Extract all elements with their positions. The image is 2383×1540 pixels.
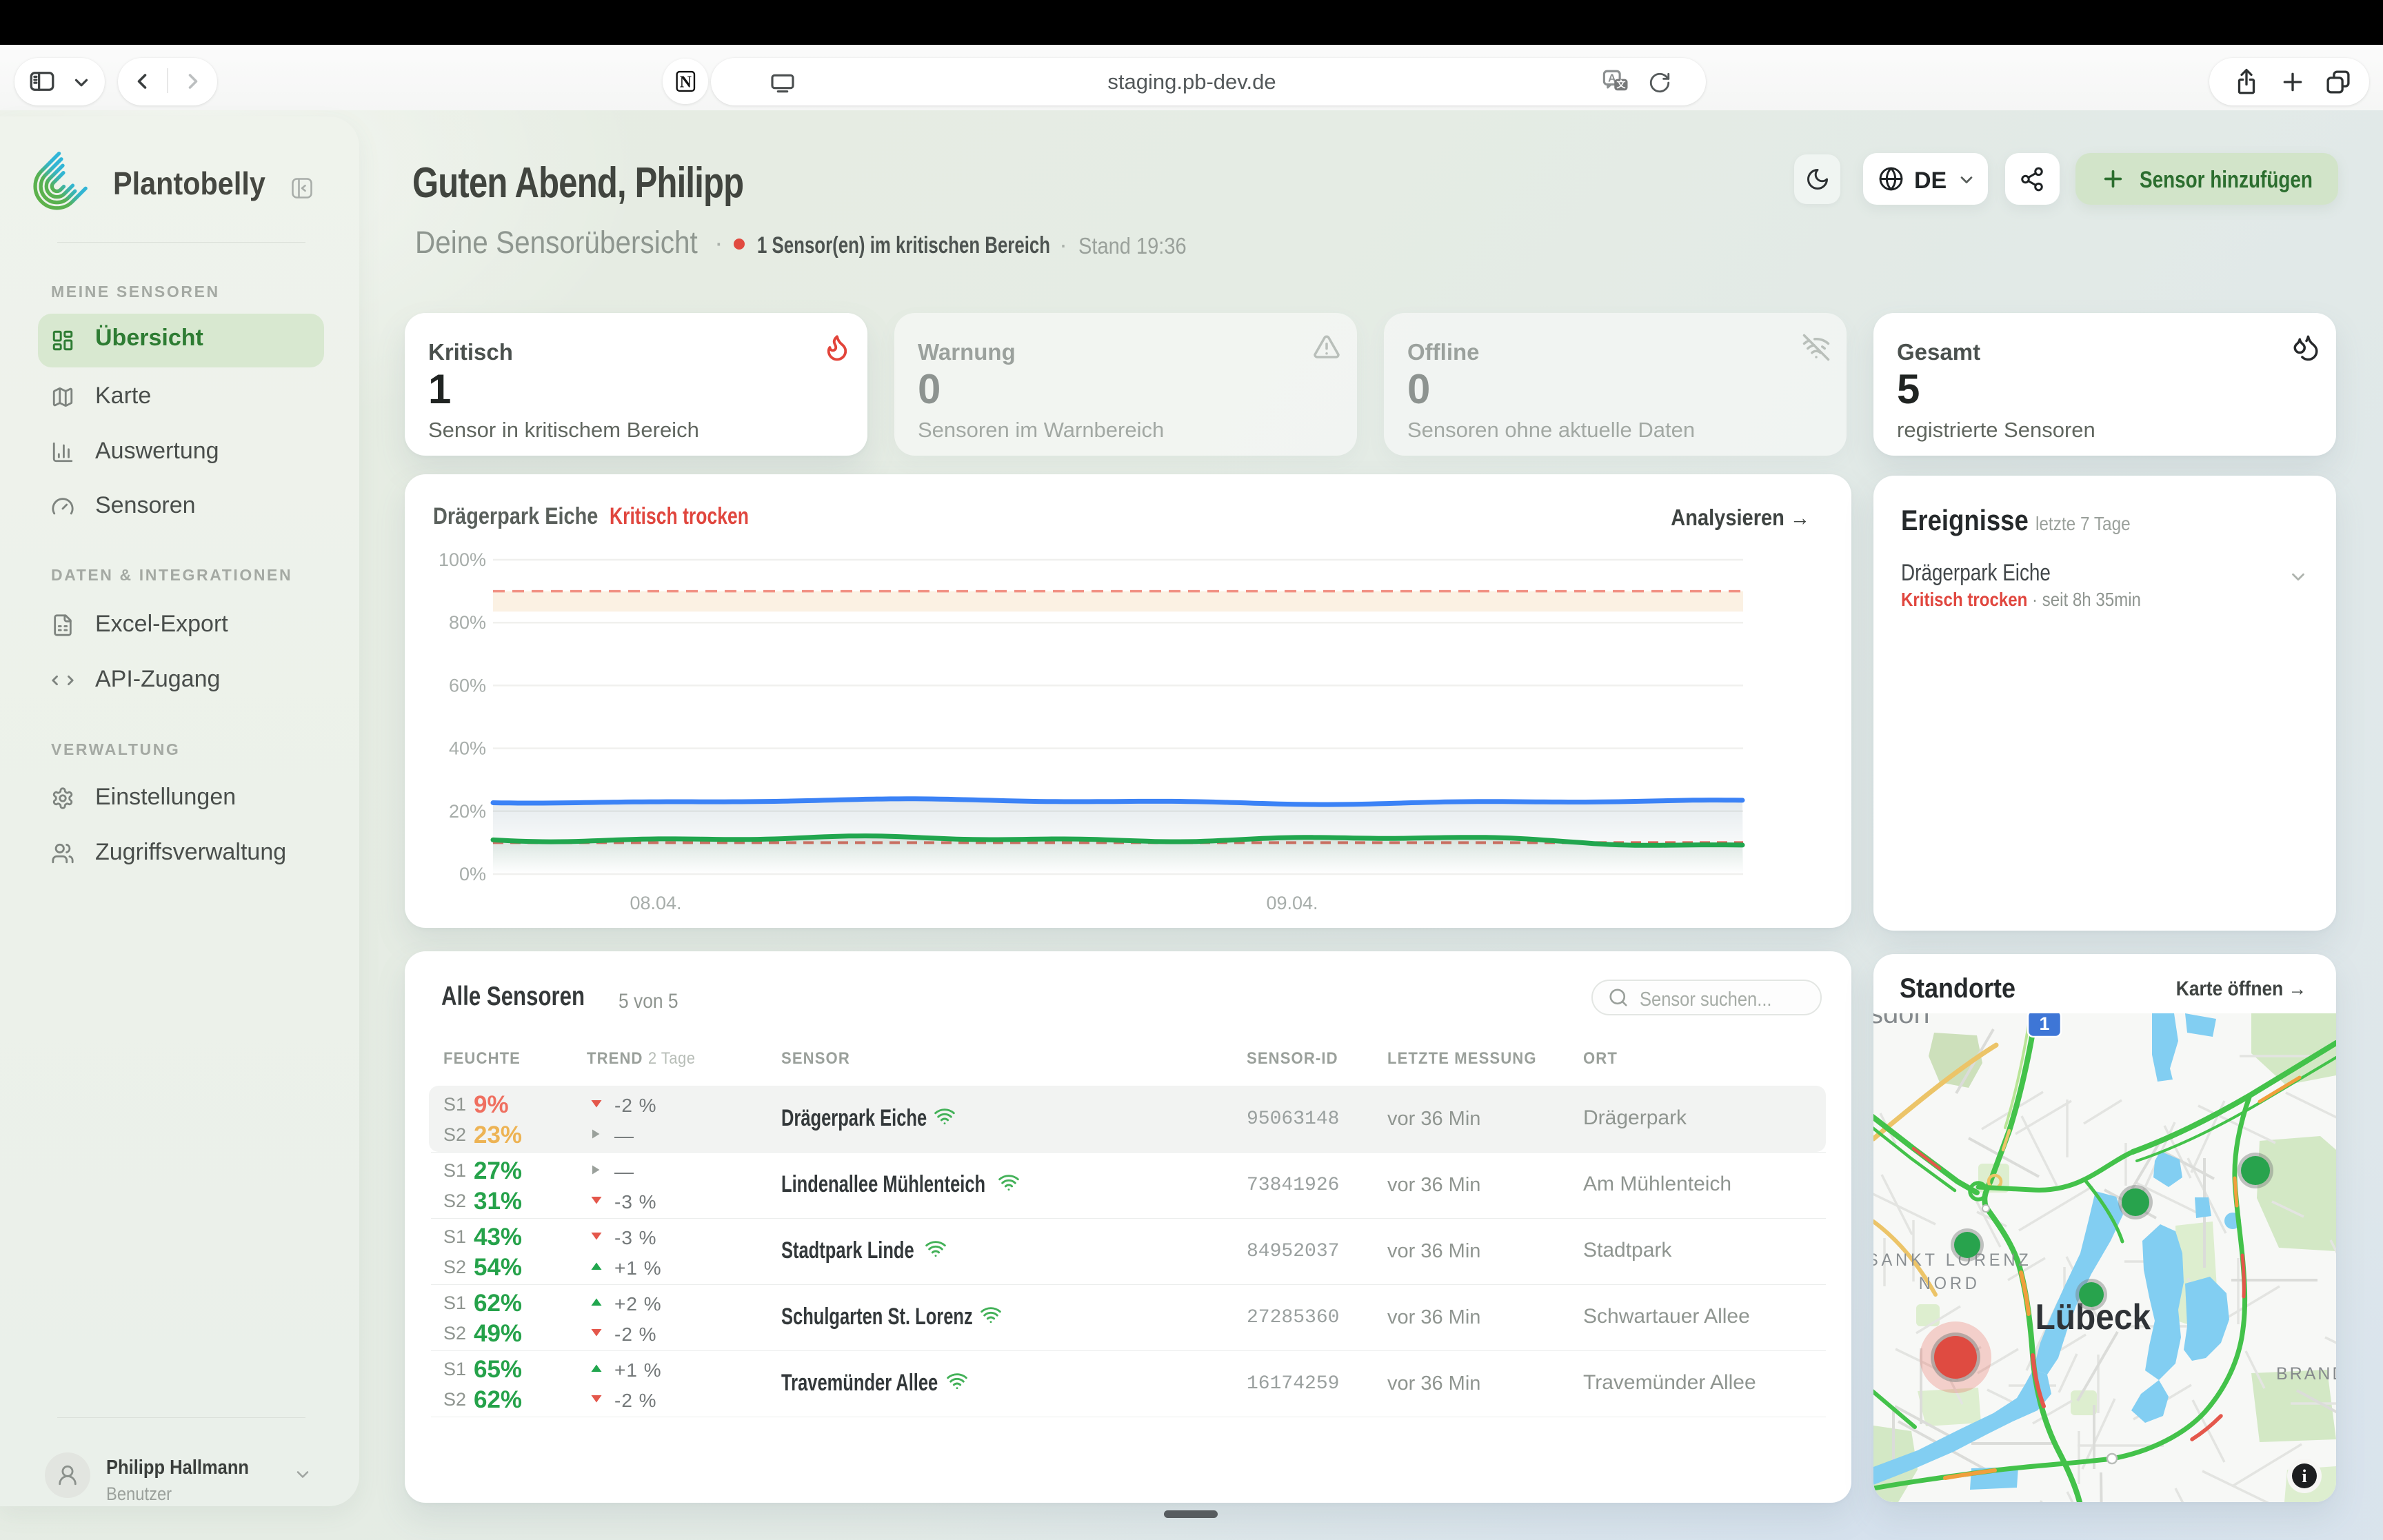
svg-text:NORD: NORD	[1919, 1274, 1980, 1293]
svg-text:60%: 60%	[449, 675, 486, 696]
svg-text:80%: 80%	[449, 612, 486, 633]
svg-text:09.04.: 09.04.	[1266, 893, 1318, 913]
svg-text:100%: 100%	[439, 549, 486, 570]
svg-text:i: i	[2302, 1466, 2306, 1486]
svg-text:BRANDEN: BRANDEN	[2276, 1364, 2336, 1384]
svg-text:40%: 40%	[449, 738, 486, 759]
svg-text:文: 文	[1616, 79, 1626, 90]
svg-text:N: N	[680, 74, 692, 92]
svg-text:0%: 0%	[459, 864, 486, 884]
svg-text:sdorf: sdorf	[1873, 1013, 1931, 1029]
svg-text:08.04.: 08.04.	[630, 893, 681, 913]
svg-text:1: 1	[2039, 1013, 2049, 1034]
svg-text:20%: 20%	[449, 801, 486, 822]
svg-text:SANKT LORENZ: SANKT LORENZ	[1873, 1250, 2032, 1270]
